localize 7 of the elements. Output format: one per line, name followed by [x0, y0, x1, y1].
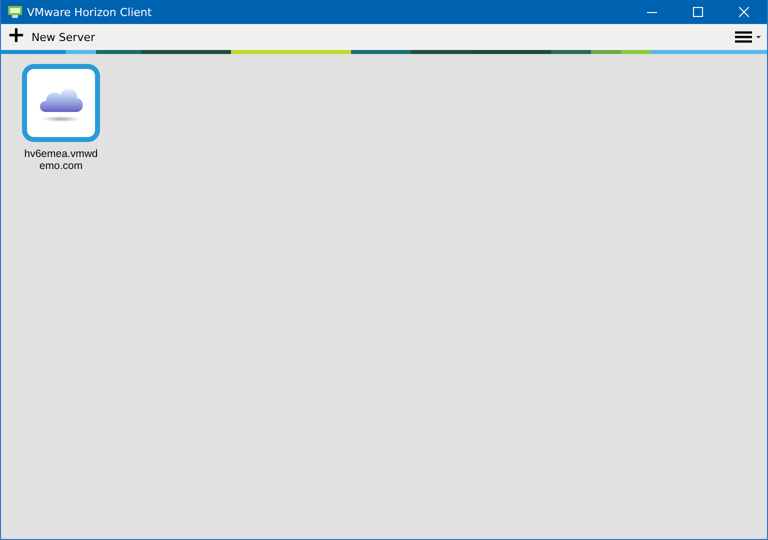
maximize-icon	[693, 7, 703, 17]
app-icon	[8, 6, 22, 18]
server-tile[interactable]	[22, 64, 100, 142]
new-server-button[interactable]: + New Server	[1, 25, 99, 49]
close-icon	[739, 7, 749, 17]
server-name: hv6emea.vmwdemo.com	[23, 148, 99, 172]
window-title: VMware Horizon Client	[27, 6, 153, 18]
